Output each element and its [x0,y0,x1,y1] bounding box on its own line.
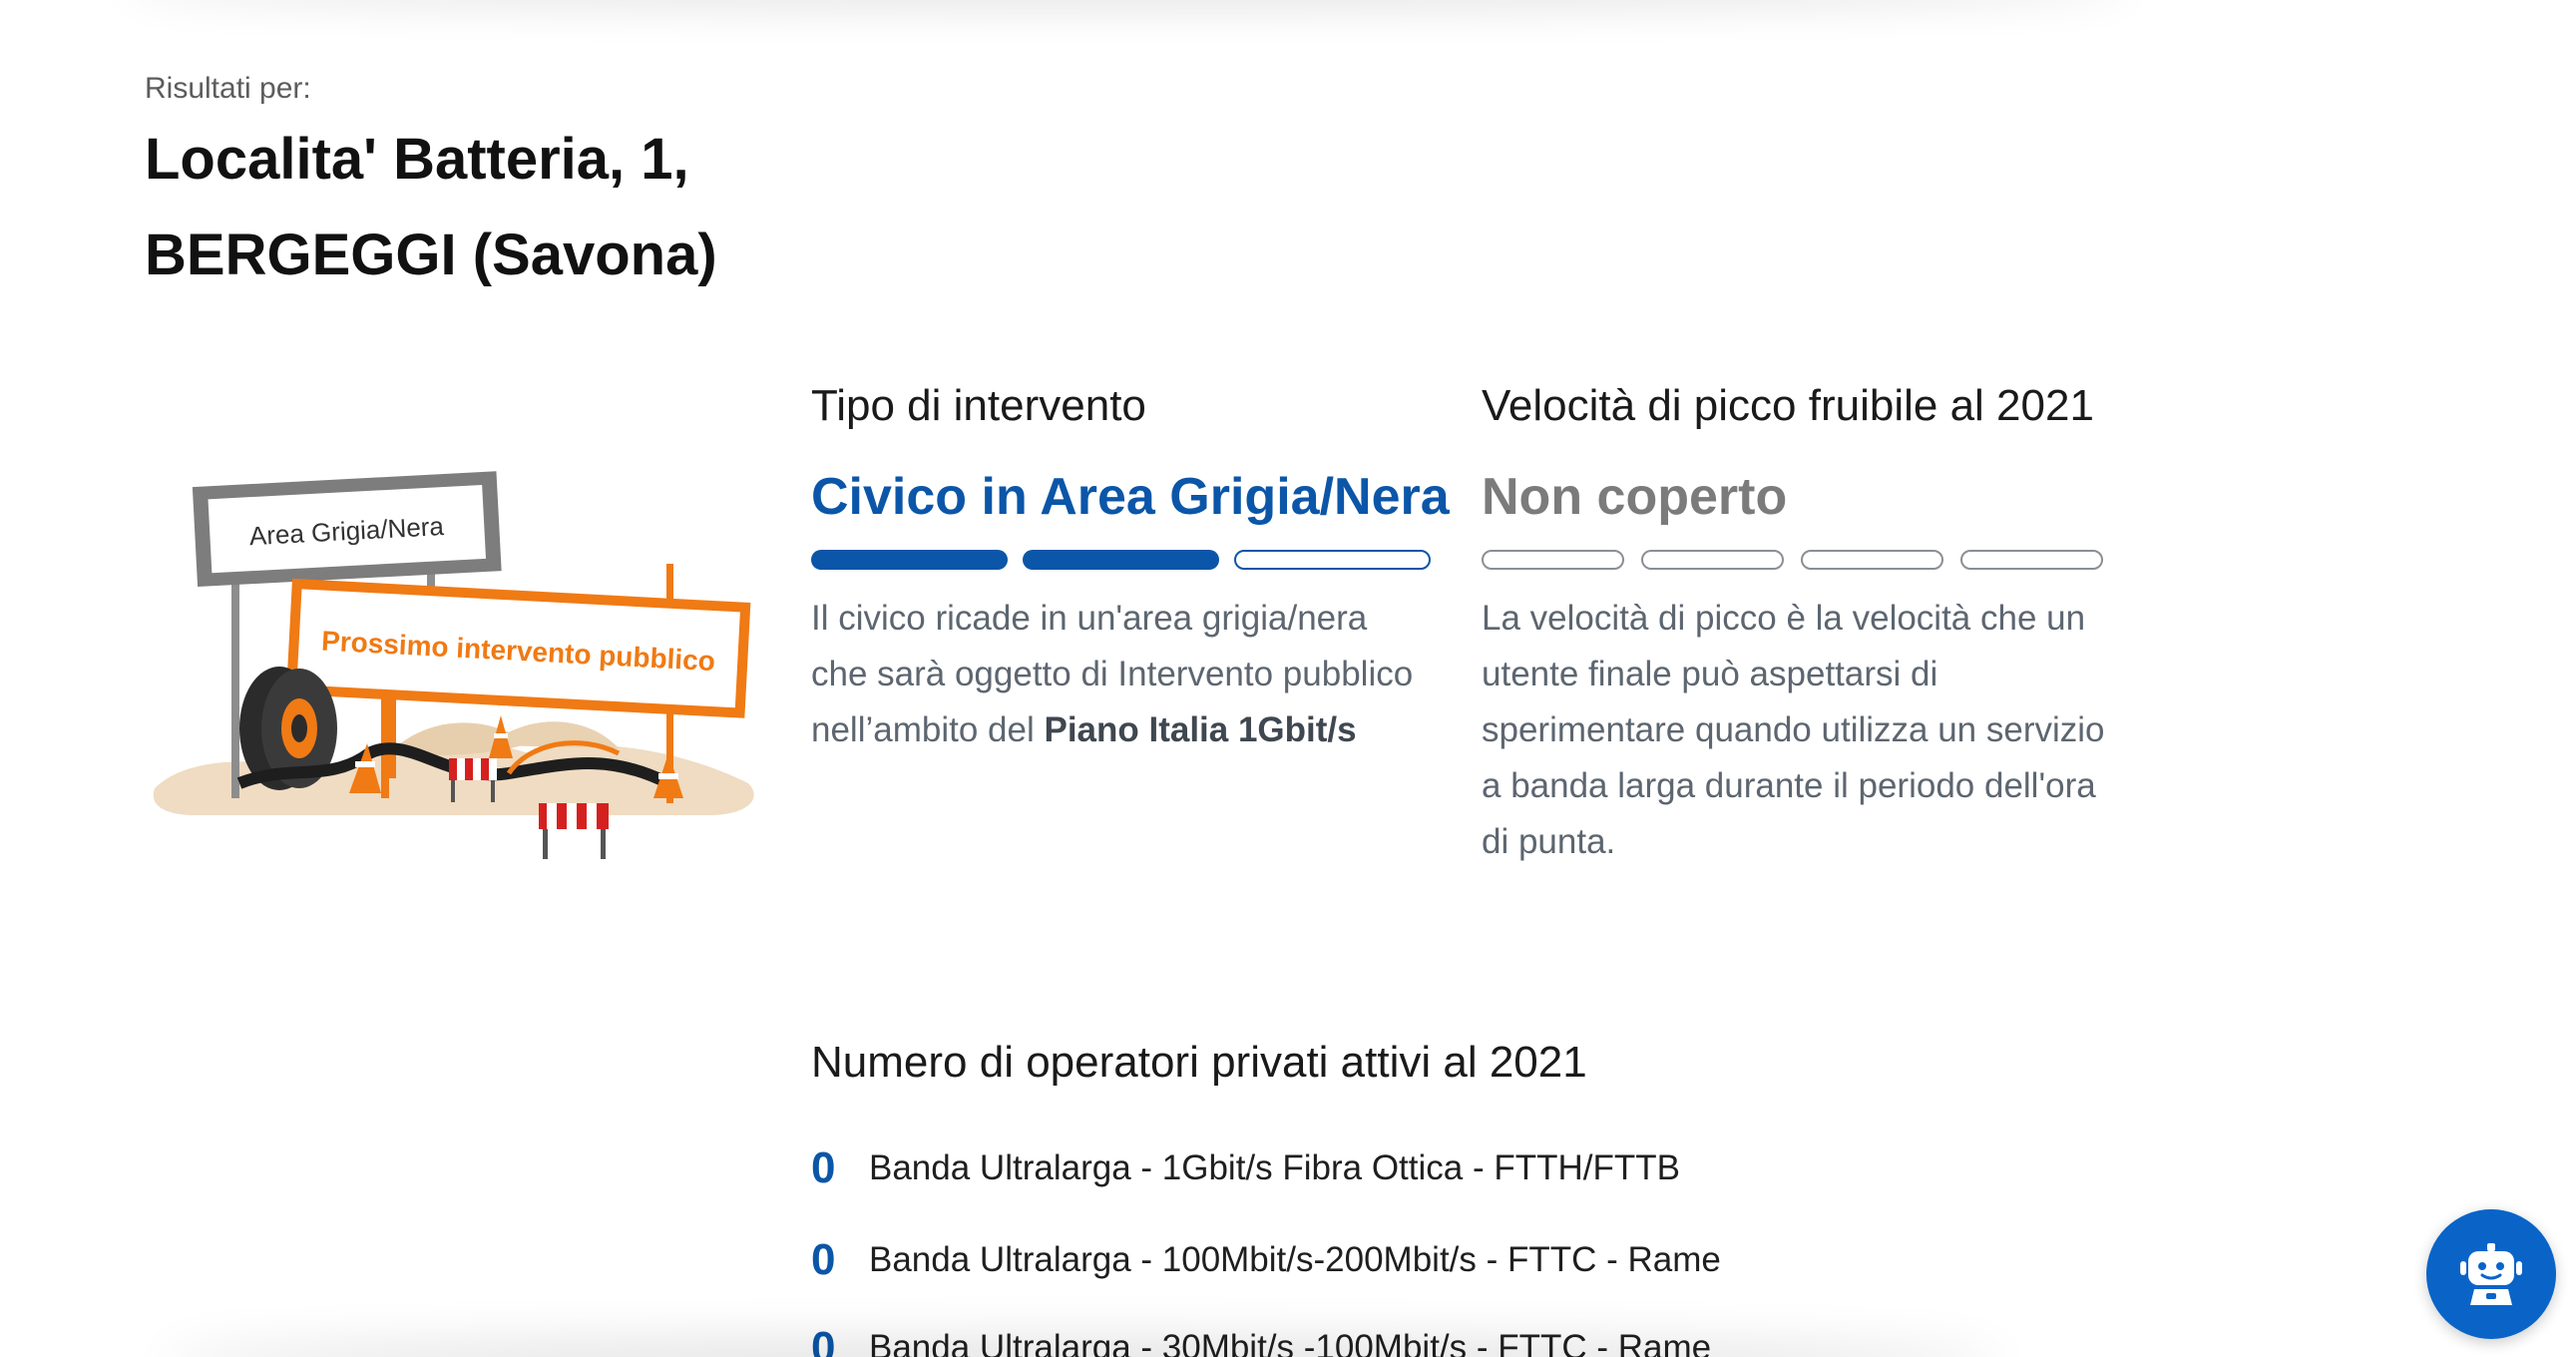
level-bar-empty [1960,550,2103,570]
address-line-1: Localita' Batteria, 1, [145,127,689,192]
operators-title: Numero di operatori privati attivi al 20… [811,1038,1587,1087]
assistant-chat-button[interactable] [2426,1209,2556,1339]
level-bar-filled [1023,550,1219,570]
level-bar-empty [1482,550,1624,570]
page: Risultati per: Localita' Batteria, 1, BE… [0,0,2576,1357]
operator-label: Banda Ultralarga - 30Mbit/s -100Mbit/s -… [869,1328,1712,1357]
intervention-level-bars [811,550,1431,570]
speed-description: La velocità di picco è la velocità che u… [1482,599,2105,861]
intervention-description: Il civico ricade in un'area grigia/nera … [811,591,1430,758]
level-bar-empty [1234,550,1431,570]
operator-label: Banda Ultralarga - 1Gbit/s Fibra Ottica … [869,1148,1680,1187]
operator-count: 0 [811,1323,836,1357]
operator-row: 0 Banda Ultralarga - 30Mbit/s -100Mbit/s… [811,1323,1711,1357]
speed-level-bars [1482,550,2103,570]
operator-count: 0 [811,1235,836,1284]
operator-label: Banda Ultralarga - 100Mbit/s-200Mbit/s -… [869,1240,1721,1279]
operator-row: 0 Banda Ultralarga - 1Gbit/s Fibra Ottic… [811,1143,1680,1193]
operator-count: 0 [811,1143,836,1192]
intervention-title: Tipo di intervento [811,381,1146,430]
intervention-value: Civico in Area Grigia/Nera [811,468,1450,526]
address-line-2: BERGEGGI (Savona) [145,223,717,287]
robot-icon [2460,1243,2522,1305]
level-bar-filled [811,550,1008,570]
speed-title: Velocità di picco fruibile al 2021 [1482,381,2094,430]
address-title: Localita' Batteria, 1, BERGEGGI (Savona) [145,112,943,303]
operator-row: 0 Banda Ultralarga - 100Mbit/s-200Mbit/s… [811,1235,1721,1285]
area-illustration: Area Grigia/Nera Prossimo intervento pub… [153,471,754,859]
level-bar-empty [1641,550,1784,570]
speed-value: Non coperto [1482,468,1788,526]
level-bar-empty [1801,550,1943,570]
intervention-plan-name: Piano Italia 1Gbit/s [1044,710,1357,749]
results-label: Risultati per: [145,72,311,105]
